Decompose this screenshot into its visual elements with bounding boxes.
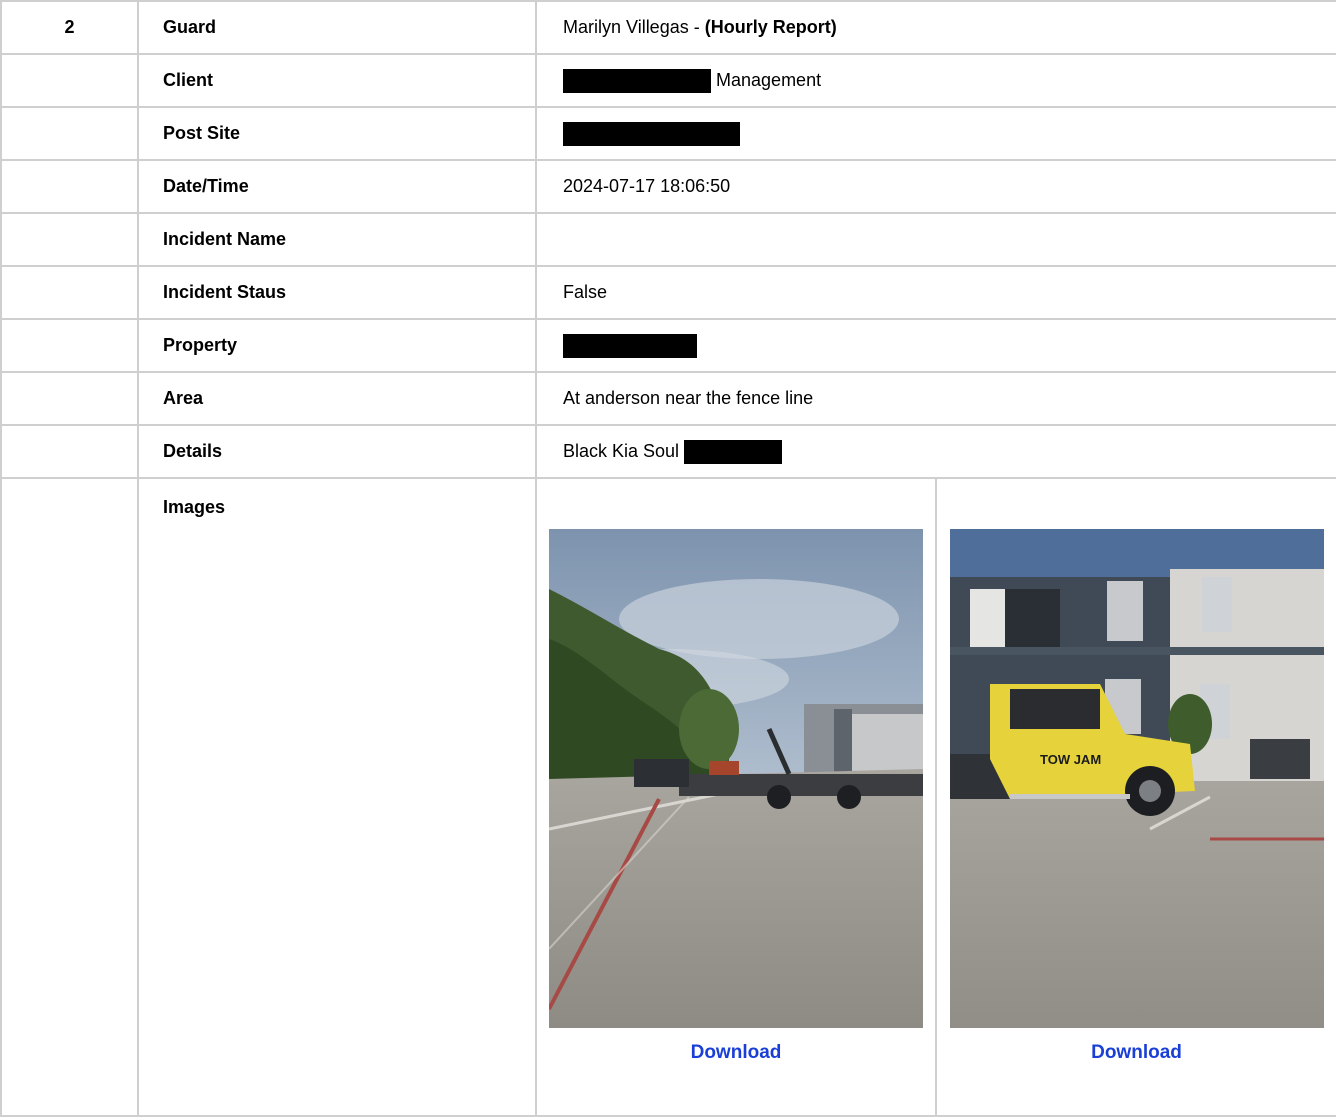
image-cell-2: TOW JAM Download: [935, 477, 1336, 1117]
photo-tow-truck-building[interactable]: TOW JAM: [949, 529, 1324, 1028]
row-incident-name: Incident Name: [0, 212, 1336, 267]
property-label: Property: [137, 318, 537, 373]
row-guard: 2 Guard Marilyn Villegas - (Hourly Repor…: [0, 0, 1336, 55]
row-images: Images Download TOW JAM Download: [0, 477, 1336, 1117]
empty-cell: [0, 371, 139, 426]
empty-cell: [0, 318, 139, 373]
download-link-1[interactable]: Download: [691, 1042, 782, 1064]
incident-name-value: [535, 212, 1336, 267]
download-link-2[interactable]: Download: [1091, 1042, 1182, 1064]
incident-name-label: Incident Name: [137, 212, 537, 267]
area-label: Area: [137, 371, 537, 426]
client-label: Client: [137, 53, 537, 108]
row-area: Area At anderson near the fence line: [0, 371, 1336, 426]
report-table: 2 Guard Marilyn Villegas - (Hourly Repor…: [0, 0, 1336, 1117]
redaction-block: [563, 68, 711, 93]
redaction-block: [563, 333, 697, 358]
redaction-block: [684, 439, 783, 464]
row-post-site: Post Site: [0, 106, 1336, 161]
empty-cell: [0, 424, 139, 479]
tow-sign-text: TOW JAM: [1040, 752, 1101, 767]
guard-label: Guard: [137, 0, 537, 55]
post-site-label: Post Site: [137, 106, 537, 161]
row-details: Details Black Kia Soul: [0, 424, 1336, 479]
details-text: Black Kia Soul: [563, 440, 680, 461]
post-site-value: [535, 106, 1336, 161]
empty-cell: [0, 265, 139, 320]
details-value: Black Kia Soul: [535, 424, 1336, 479]
incident-status-label: Incident Staus: [137, 265, 537, 320]
area-value: At anderson near the fence line: [535, 371, 1336, 426]
empty-cell: [0, 106, 139, 161]
guard-name: Marilyn Villegas -: [563, 17, 705, 37]
empty-cell: [0, 477, 139, 1117]
row-number: 2: [0, 0, 139, 55]
report-type: (Hourly Report): [704, 17, 837, 37]
images-label: Images: [137, 477, 537, 1117]
property-value: [535, 318, 1336, 373]
redaction-block: [563, 121, 740, 146]
row-property: Property: [0, 318, 1336, 373]
empty-cell: [0, 212, 139, 267]
photo-tow-truck-lot[interactable]: [549, 529, 923, 1028]
row-client: Client Management: [0, 53, 1336, 108]
details-label: Details: [137, 424, 537, 479]
empty-cell: [0, 159, 139, 214]
empty-cell: [0, 53, 139, 108]
datetime-label: Date/Time: [137, 159, 537, 214]
incident-status-value: False: [535, 265, 1336, 320]
guard-value: Marilyn Villegas - (Hourly Report): [535, 0, 1336, 55]
client-value: Management: [535, 53, 1336, 108]
client-suffix: Management: [716, 69, 822, 90]
image-cell-1: Download: [535, 477, 937, 1117]
row-incident-status: Incident Staus False: [0, 265, 1336, 320]
datetime-value: 2024-07-17 18:06:50: [535, 159, 1336, 214]
row-datetime: Date/Time 2024-07-17 18:06:50: [0, 159, 1336, 214]
